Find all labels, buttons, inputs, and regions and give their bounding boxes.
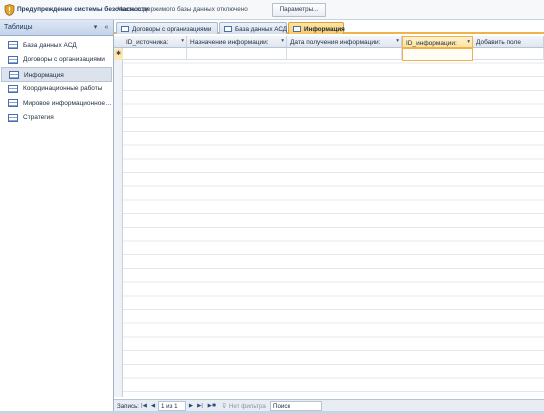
nav-item-world-info[interactable]: Мировое информационное… (1, 96, 112, 111)
nav-item-asd-database[interactable]: База данных АСД (1, 38, 112, 53)
tab-label: Договоры с организациями (132, 25, 212, 33)
new-record-cell-selected[interactable] (402, 48, 473, 61)
new-record-button[interactable]: ▶✱ (206, 402, 218, 410)
column-header-label: Дата получения информации: (290, 38, 381, 46)
filter-icon[interactable]: ⊽ (222, 403, 227, 410)
collapse-pane-icon[interactable]: « (102, 23, 111, 32)
column-header-label: ID_источника: (126, 38, 169, 46)
new-record-cell[interactable] (473, 48, 544, 60)
table-icon (121, 25, 129, 32)
tab-information[interactable]: Информация (288, 22, 345, 34)
new-record-cell[interactable] (287, 48, 402, 60)
next-record-button[interactable]: ▶ (187, 402, 195, 410)
chevron-down-icon[interactable]: ▾ (181, 38, 184, 44)
table-icon (8, 99, 18, 107)
no-filter-indicator[interactable]: Нет фильтра (229, 403, 266, 410)
previous-record-button[interactable]: ◀ (149, 402, 157, 410)
table-list: База данных АСД Договоры с организациями… (0, 36, 113, 125)
table-icon (8, 113, 18, 122)
new-record-cell[interactable] (187, 48, 287, 60)
nav-item-label: Информация (24, 71, 64, 79)
tab-label: База данных АСД (235, 25, 287, 33)
table-icon (9, 71, 19, 79)
column-header-add-field[interactable]: Добавить поле (473, 36, 544, 48)
column-header-purpose[interactable]: Назначение информации: ▾ (187, 36, 287, 48)
nav-item-information[interactable]: Информация (1, 67, 112, 82)
nav-item-label: Стратегия (23, 114, 54, 121)
column-header-label: Добавить поле (476, 38, 521, 46)
nav-item-label: База данных АСД (23, 41, 77, 49)
record-label: Запись: (117, 402, 140, 410)
table-icon (293, 25, 301, 32)
security-warning-bar: Предупреждение системы безопасности Част… (0, 0, 544, 20)
table-icon (8, 55, 18, 64)
search-input[interactable]: Поиск (273, 403, 290, 410)
column-header-information-id[interactable]: ID_информации: ▾ (402, 36, 473, 48)
column-header-source-id[interactable]: ID_источника: ▾ (123, 36, 187, 48)
column-header-label: ID_информации: (406, 39, 457, 47)
nav-item-contracts[interactable]: Договоры с организациями (1, 53, 112, 68)
table-icon (224, 25, 232, 32)
table-icon (8, 41, 18, 49)
chevron-down-icon[interactable]: ▾ (91, 23, 100, 32)
nav-item-coordination[interactable]: Координационные работы (1, 82, 112, 97)
column-header-received-date[interactable]: Дата получения информации: ▾ (287, 36, 402, 48)
nav-item-strategy[interactable]: Стратегия (1, 111, 112, 126)
first-record-button[interactable]: |◀ (140, 402, 148, 410)
navigation-pane-header[interactable]: Таблицы ▾ « (0, 20, 113, 36)
nav-item-label: Мировое информационное… (23, 99, 111, 107)
record-selector-column: ✱ (114, 36, 123, 397)
chevron-down-icon[interactable]: ▾ (467, 39, 470, 45)
chevron-down-icon[interactable]: ▾ (281, 38, 284, 44)
select-all-cell[interactable] (114, 36, 123, 48)
nav-item-label: Договоры с организациями (23, 56, 105, 63)
security-warning-message: Часть содержимого базы данных отключено (118, 6, 248, 13)
record-navigation-bar: Запись: |◀ ◀ 1 из 1 ▶ ▶| ▶✱ ⊽ Нет фильтр… (114, 399, 544, 411)
last-record-button[interactable]: ▶| (196, 402, 204, 410)
new-record-cell[interactable] (123, 48, 187, 60)
shield-icon (4, 4, 15, 16)
datasheet: ✱ ID_источника: ▾ Назначение информации:… (114, 36, 544, 397)
table-icon (8, 84, 18, 93)
tab-label: Информация (304, 25, 345, 33)
nav-item-label: Координационные работы (23, 85, 103, 92)
chevron-down-icon[interactable]: ▾ (396, 38, 399, 44)
document-tabs: Договоры с организациями База данных АСД… (114, 20, 544, 34)
tab-contracts[interactable]: Договоры с организациями (116, 22, 218, 34)
navigation-pane-title: Таблицы (4, 24, 33, 31)
new-record-selector[interactable]: ✱ (114, 49, 123, 60)
tab-asd-database[interactable]: База данных АСД (219, 22, 287, 34)
options-button[interactable]: Параметры... (272, 3, 326, 17)
navigation-pane: Таблицы ▾ « База данных АСД Договоры с о… (0, 20, 114, 414)
column-header-label: Назначение информации: (190, 38, 269, 46)
current-record-position: 1 из 1 (161, 402, 178, 410)
